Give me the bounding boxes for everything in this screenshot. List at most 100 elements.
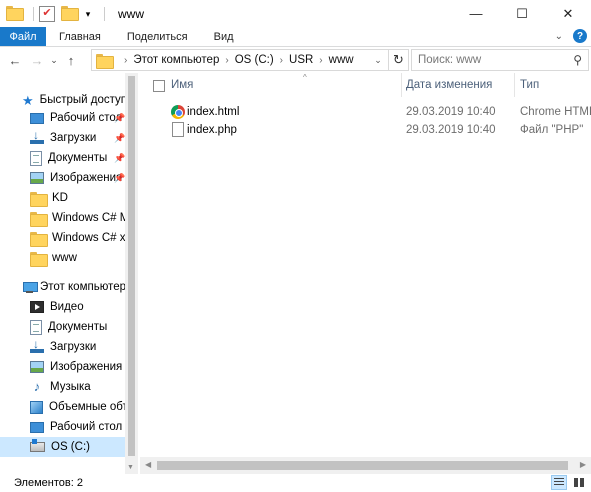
desktop-icon bbox=[30, 421, 44, 433]
nav-item-windows-xor[interactable]: Windows C# xor bbox=[30, 228, 136, 248]
divider bbox=[104, 6, 105, 21]
folder-icon bbox=[30, 211, 48, 227]
chevron-right-icon: › bbox=[124, 54, 128, 66]
pictures-icon bbox=[30, 361, 44, 373]
desktop-icon bbox=[30, 112, 44, 124]
search-input[interactable]: Поиск: www ⚲ bbox=[411, 49, 589, 71]
computer-icon bbox=[22, 281, 38, 293]
downloads-icon bbox=[30, 337, 44, 354]
breadcrumb-this-pc[interactable]: Этот компьютер bbox=[133, 54, 219, 66]
pin-icon[interactable]: 📌 bbox=[114, 173, 125, 184]
scroll-down-icon[interactable]: ▼ bbox=[127, 464, 134, 471]
tab-file[interactable]: Файл bbox=[0, 27, 46, 46]
address-dropdown-icon[interactable]: ⌄ bbox=[370, 50, 386, 70]
new-folder-icon[interactable] bbox=[61, 5, 79, 22]
nav-item-video[interactable]: Видео bbox=[30, 297, 84, 317]
search-placeholder: Поиск: www bbox=[418, 54, 482, 66]
nav-item-3d-objects[interactable]: Объемные объек bbox=[30, 397, 138, 417]
column-header: ^ Имя Дата изменения Тип bbox=[140, 73, 591, 99]
breadcrumb-usr[interactable]: USR bbox=[289, 54, 313, 66]
documents-icon bbox=[30, 150, 42, 166]
nav-item-desktop[interactable]: Рабочий стол 📌 bbox=[30, 108, 125, 128]
large-icons-view-button[interactable] bbox=[571, 475, 587, 490]
properties-check-icon[interactable]: ✔ bbox=[39, 5, 55, 22]
chevron-down-icon[interactable]: ⌄ bbox=[555, 31, 563, 42]
drive-icon bbox=[30, 439, 45, 452]
folder-icon bbox=[30, 231, 48, 247]
chrome-icon bbox=[171, 105, 185, 119]
nav-item-pc-documents[interactable]: Документы bbox=[30, 317, 107, 337]
nav-item-pc-desktop[interactable]: Рабочий стол bbox=[30, 417, 122, 437]
tab-home[interactable]: Главная bbox=[46, 27, 114, 46]
divider[interactable] bbox=[514, 73, 515, 97]
nav-quick-access[interactable]: ★ Быстрый доступ bbox=[22, 90, 127, 110]
folder-icon bbox=[30, 191, 48, 207]
nav-item-windows-md5[interactable]: Windows C# MD5 bbox=[30, 208, 138, 228]
tab-share[interactable]: Поделиться bbox=[114, 27, 201, 46]
back-arrow-icon[interactable]: ← bbox=[4, 49, 26, 71]
file-row-index-html[interactable]: index.html 29.03.2019 10:40 Chrome HTML … bbox=[140, 102, 591, 122]
pin-icon[interactable]: 📌 bbox=[114, 133, 125, 144]
nav-item-www[interactable]: www bbox=[30, 248, 77, 268]
tab-view[interactable]: Вид bbox=[201, 27, 247, 46]
scroll-right-icon[interactable]: ▶ bbox=[580, 460, 586, 469]
documents-icon bbox=[30, 319, 42, 335]
3d-objects-icon bbox=[30, 400, 43, 414]
customize-toolbar-chevron-icon[interactable]: ▾ bbox=[83, 6, 93, 22]
refresh-icon[interactable]: ↻ bbox=[388, 50, 408, 70]
chevron-right-icon: › bbox=[225, 54, 229, 66]
file-list-horizontal-scrollbar[interactable]: ◀ ▶ bbox=[140, 457, 591, 474]
star-icon: ★ bbox=[22, 92, 34, 108]
divider[interactable] bbox=[401, 73, 402, 97]
pictures-icon bbox=[30, 172, 44, 184]
nav-item-pc-downloads[interactable]: Загрузки bbox=[30, 337, 96, 357]
details-view-button[interactable] bbox=[551, 475, 567, 490]
select-all-checkbox[interactable] bbox=[153, 80, 165, 92]
sort-chevron-icon: ^ bbox=[303, 73, 307, 82]
up-arrow-icon[interactable]: ↑ bbox=[60, 49, 82, 71]
breadcrumb-www[interactable]: www bbox=[329, 54, 354, 66]
recent-locations-chevron-icon[interactable]: ⌄ bbox=[48, 49, 60, 71]
column-type[interactable]: Тип bbox=[520, 79, 539, 91]
folder-icon bbox=[6, 5, 24, 22]
large-icons-view-icon bbox=[574, 478, 584, 487]
nav-pane-scrollbar[interactable]: ▼ bbox=[125, 73, 138, 474]
nav-item-music[interactable]: ♪ Музыка bbox=[30, 377, 91, 397]
navigation-pane: ★ Быстрый доступ Рабочий стол 📌 Загрузки… bbox=[0, 73, 138, 474]
forward-arrow-icon[interactable]: → bbox=[26, 49, 48, 71]
chevron-right-icon: › bbox=[279, 54, 284, 66]
help-icon[interactable]: ? bbox=[573, 29, 587, 43]
scroll-left-icon[interactable]: ◀ bbox=[145, 460, 151, 469]
quick-access-toolbar: ✔ ▾ bbox=[0, 0, 110, 27]
address-bar[interactable]: › Этот компьютер › OS (C:) › USR › www ⌄… bbox=[91, 49, 409, 71]
breadcrumb-drive[interactable]: OS (C:) bbox=[235, 54, 274, 66]
nav-item-documents[interactable]: Документы 📌 bbox=[30, 148, 125, 168]
maximize-button[interactable]: ☐ bbox=[499, 0, 545, 27]
close-button[interactable]: ✕ bbox=[545, 0, 591, 27]
scrollbar-thumb[interactable] bbox=[157, 461, 568, 470]
navigation-bar: ← → ⌄ ↑ › Этот компьютер › OS (C:) › USR… bbox=[0, 47, 591, 73]
chevron-right-icon: › bbox=[319, 54, 323, 66]
pin-icon[interactable]: 📌 bbox=[114, 113, 125, 124]
column-date-modified[interactable]: Дата изменения bbox=[406, 79, 492, 91]
column-name[interactable]: Имя bbox=[171, 79, 193, 91]
nav-item-downloads[interactable]: Загрузки 📌 bbox=[30, 128, 125, 148]
nav-item-pictures[interactable]: Изображения 📌 bbox=[30, 168, 125, 188]
music-icon: ♪ bbox=[33, 379, 41, 394]
file-row-index-php[interactable]: index.php 29.03.2019 10:40 Файл "PHP" bbox=[140, 120, 591, 140]
ribbon-tabs: Файл Главная Поделиться Вид ⌄ ? bbox=[0, 27, 591, 47]
nav-item-os-drive[interactable]: OS (C:) bbox=[0, 437, 125, 457]
details-view-icon bbox=[554, 478, 564, 487]
nav-this-pc[interactable]: Этот компьютер bbox=[22, 277, 126, 297]
file-list: ^ Имя Дата изменения Тип index.html 29.0… bbox=[140, 73, 591, 474]
video-icon bbox=[30, 301, 44, 313]
search-icon: ⚲ bbox=[573, 53, 582, 67]
status-bar: Элементов: 2 bbox=[0, 474, 591, 492]
window-title: www bbox=[118, 6, 144, 21]
breadcrumb: › Этот компьютер › OS (C:) › USR › www bbox=[118, 54, 354, 66]
scrollbar-thumb[interactable] bbox=[128, 76, 135, 456]
nav-item-pc-pictures[interactable]: Изображения bbox=[30, 357, 122, 377]
nav-item-kd[interactable]: KD bbox=[30, 188, 68, 208]
minimize-button[interactable]: — bbox=[453, 0, 499, 27]
pin-icon[interactable]: 📌 bbox=[114, 153, 125, 164]
